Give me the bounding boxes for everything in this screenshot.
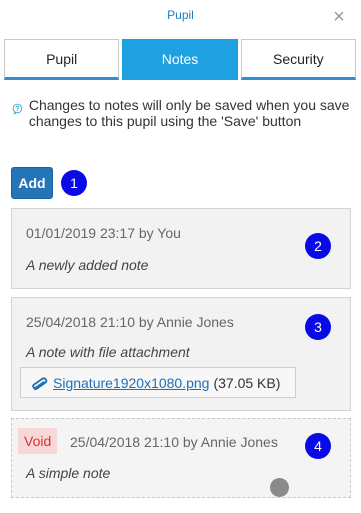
tab-security[interactable]: Security (240, 39, 356, 80)
paperclip-icon (32, 376, 48, 390)
note-meta: 25/04/2018 21:10 by Annie Jones (70, 434, 278, 450)
note-card[interactable]: Void 25/04/2018 21:10 by Annie Jones A s… (11, 418, 351, 498)
info-text: Changes to notes will only be saved when… (28, 97, 350, 129)
dialog-header: Pupil × (0, 0, 361, 36)
tab-bar: Pupil Notes Security (4, 39, 356, 81)
drag-handle[interactable] (270, 478, 289, 497)
attachment-item: Signature1920x1080.png (37.05 KB) (20, 367, 296, 398)
note-meta: 25/04/2018 21:10 by Annie Jones (26, 314, 234, 330)
add-note-button[interactable]: Add (11, 167, 53, 199)
note-meta: 01/01/2019 23:17 by You (26, 225, 181, 241)
close-icon[interactable]: × (331, 7, 347, 27)
add-row: Add 1 (11, 167, 87, 199)
step-badge-1: 1 (61, 170, 87, 196)
step-badge-4: 4 (305, 433, 331, 459)
attachment-size: (37.05 KB) (213, 374, 281, 391)
tab-notes[interactable]: Notes (122, 39, 238, 80)
question-bubble-icon (12, 103, 23, 115)
attachment-link[interactable]: Signature1920x1080.png (53, 375, 209, 391)
note-text: A note with file attachment (26, 344, 190, 360)
note-card[interactable]: 01/01/2019 23:17 by You A newly added no… (11, 208, 351, 289)
tab-pupil[interactable]: Pupil (4, 39, 120, 80)
note-card[interactable]: 25/04/2018 21:10 by Annie Jones A note w… (11, 297, 351, 411)
note-text: A simple note (26, 465, 111, 481)
note-text: A newly added note (26, 257, 149, 273)
dialog-title: Pupil (167, 8, 194, 22)
step-badge-2: 2 (305, 233, 331, 259)
void-badge: Void (18, 428, 58, 454)
step-badge-3: 3 (305, 314, 331, 340)
info-message: Changes to notes will only be saved when… (12, 97, 352, 129)
